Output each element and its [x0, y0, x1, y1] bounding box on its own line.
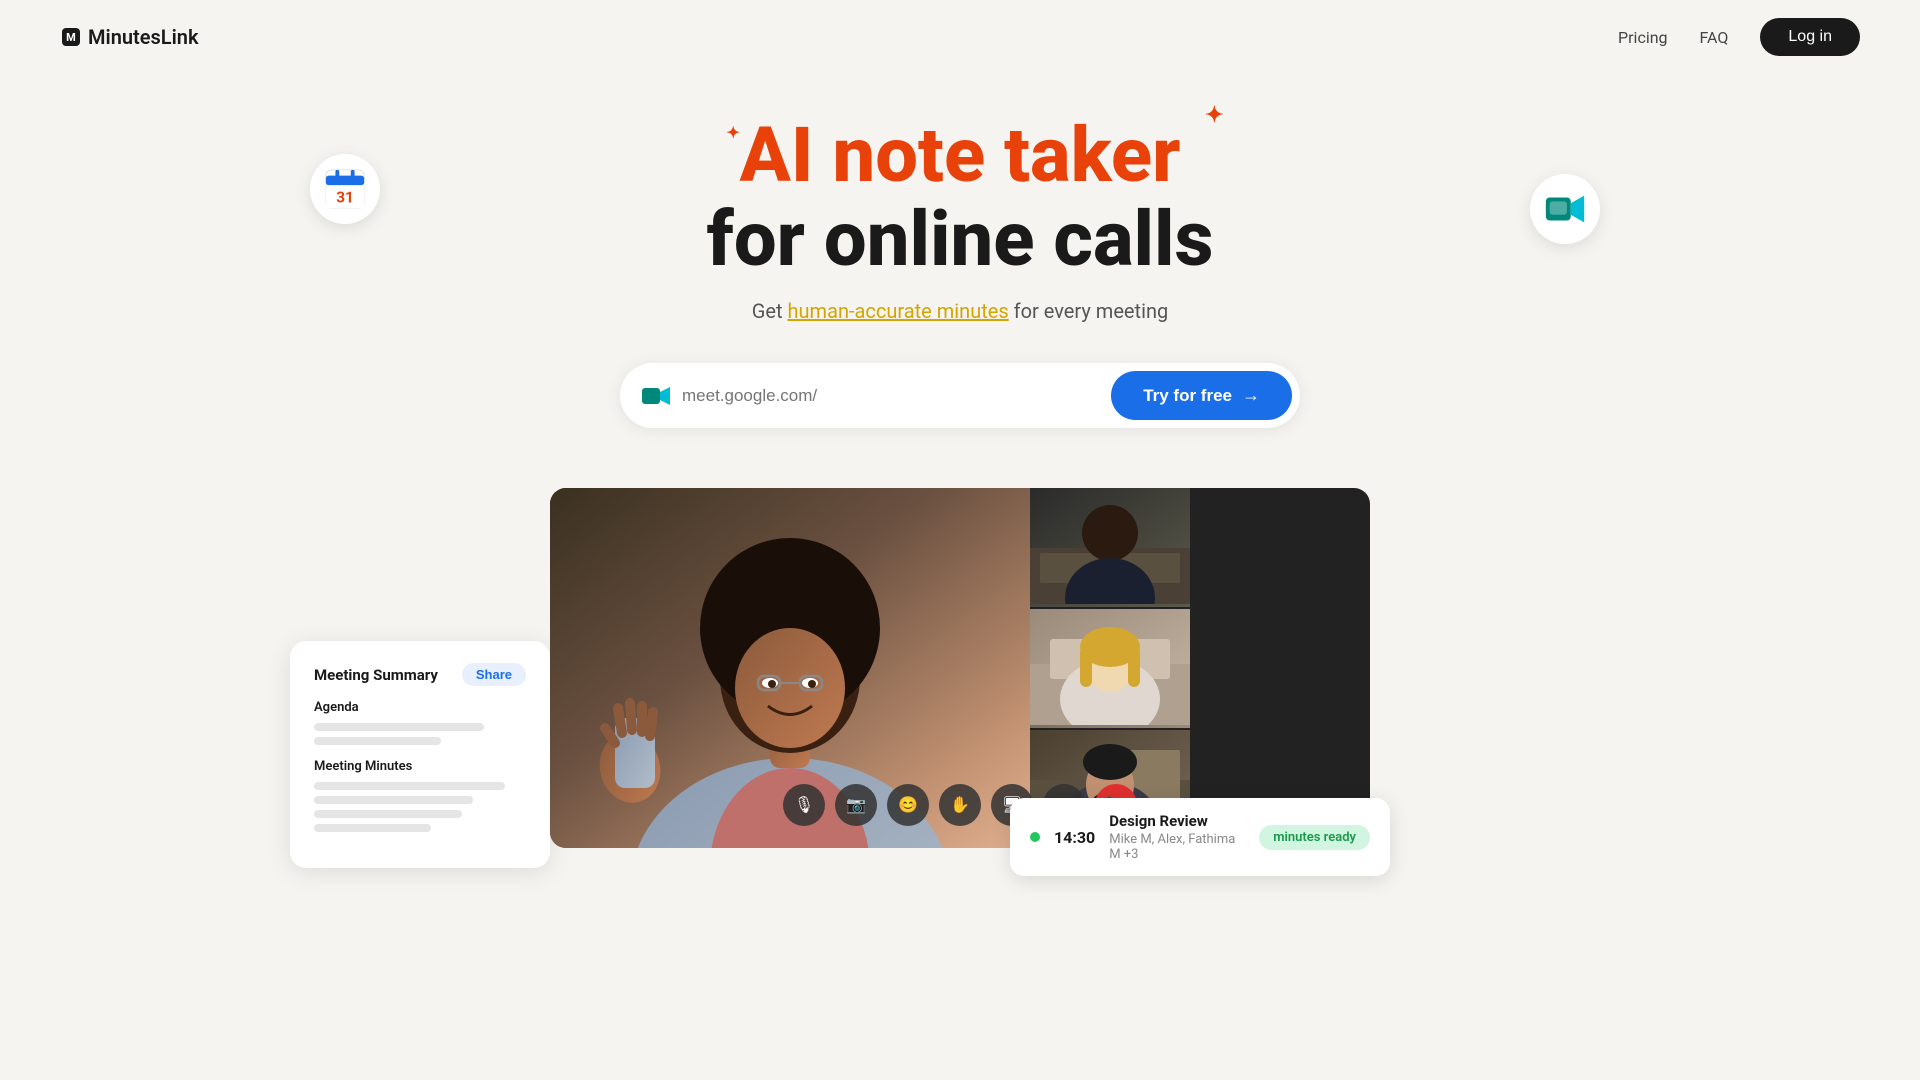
login-button[interactable]: Log in — [1760, 18, 1860, 56]
summary-card-header: Meeting Summary Share — [314, 663, 526, 686]
svg-text:M: M — [66, 31, 76, 44]
nav-right: Pricing FAQ Log in — [1618, 18, 1860, 56]
side-video-2 — [1030, 609, 1190, 728]
minutes-line-2 — [314, 796, 473, 804]
subtitle-before: Get — [752, 299, 788, 323]
url-input-field[interactable] — [682, 386, 1111, 406]
minutes-ready-badge: minutes ready — [1259, 825, 1370, 850]
side-video-1 — [1030, 488, 1190, 607]
minutes-line-4 — [314, 824, 431, 832]
agenda-line-2 — [314, 737, 441, 745]
mic-icon: 🎙 — [794, 795, 814, 815]
side-person-1 — [1030, 488, 1190, 604]
logo-icon: M — [60, 26, 82, 48]
meeting-attendees: Mike M, Alex, Fathima M +3 — [1109, 832, 1245, 862]
pricing-link[interactable]: Pricing — [1618, 28, 1668, 47]
raise-hand-button[interactable]: ✋ — [939, 784, 981, 826]
meeting-summary-card: Meeting Summary Share Agenda Meeting Min… — [290, 641, 550, 868]
agenda-label: Agenda — [314, 700, 526, 715]
gmeet-float-icon — [1530, 174, 1600, 244]
input-gmeet-icon — [640, 380, 672, 412]
hero-line2: for online calls — [706, 198, 1213, 282]
meeting-title: Design Review — [1109, 812, 1245, 830]
meeting-notification: 14:30 Design Review Mike M, Alex, Fathim… — [1010, 798, 1390, 876]
gcal-float-icon: 31 — [310, 154, 380, 224]
url-input-row: Try for free → — [620, 363, 1300, 428]
camera-button[interactable]: 📷 — [835, 784, 877, 826]
mic-button[interactable]: 🎙 — [783, 784, 825, 826]
logo[interactable]: M MinutesLink — [60, 25, 199, 49]
agenda-lines — [314, 723, 526, 745]
video-call-mockup: 🎙 📷 😊 ✋ 🖥 ··· — [550, 488, 1370, 848]
arrow-icon: → — [1242, 385, 1260, 406]
faq-link[interactable]: FAQ — [1700, 28, 1729, 47]
minutes-line-3 — [314, 810, 462, 818]
hero-line1: AI note taker — [706, 114, 1213, 198]
emoji-icon: 😊 — [898, 795, 918, 815]
emoji-button[interactable]: 😊 — [887, 784, 929, 826]
side-person-2 — [1030, 609, 1190, 725]
subtitle-highlight: human-accurate minutes — [788, 299, 1009, 323]
summary-card-title: Meeting Summary — [314, 666, 438, 684]
minutes-label: Meeting Minutes — [314, 759, 526, 774]
demo-section: Meeting Summary Share Agenda Meeting Min… — [0, 488, 1920, 848]
navbar: M MinutesLink Pricing FAQ Log in — [0, 0, 1920, 74]
camera-icon: 📷 — [846, 795, 866, 815]
minutes-lines — [314, 782, 526, 832]
agenda-line-1 — [314, 723, 484, 731]
share-button[interactable]: Share — [462, 663, 526, 686]
demo-inner: Meeting Summary Share Agenda Meeting Min… — [550, 488, 1370, 848]
hero-section: 31 AI note taker for online calls Get hu… — [0, 74, 1920, 848]
svg-text:31: 31 — [336, 188, 354, 206]
google-calendar-icon: 31 — [322, 166, 368, 212]
google-meet-icon — [1542, 186, 1588, 232]
meeting-time: 14:30 — [1054, 828, 1095, 847]
raise-hand-icon: ✋ — [950, 795, 970, 815]
meeting-info: Design Review Mike M, Alex, Fathima M +3 — [1109, 812, 1245, 862]
subtitle-after: for every meeting — [1009, 299, 1169, 323]
try-free-button[interactable]: Try for free → — [1111, 371, 1292, 420]
hero-subtitle: Get human-accurate minutes for every mee… — [752, 299, 1168, 323]
hero-title: AI note taker for online calls — [706, 114, 1213, 281]
logo-text: MinutesLink — [88, 25, 199, 49]
minutes-line-1 — [314, 782, 505, 790]
online-indicator — [1030, 832, 1040, 842]
